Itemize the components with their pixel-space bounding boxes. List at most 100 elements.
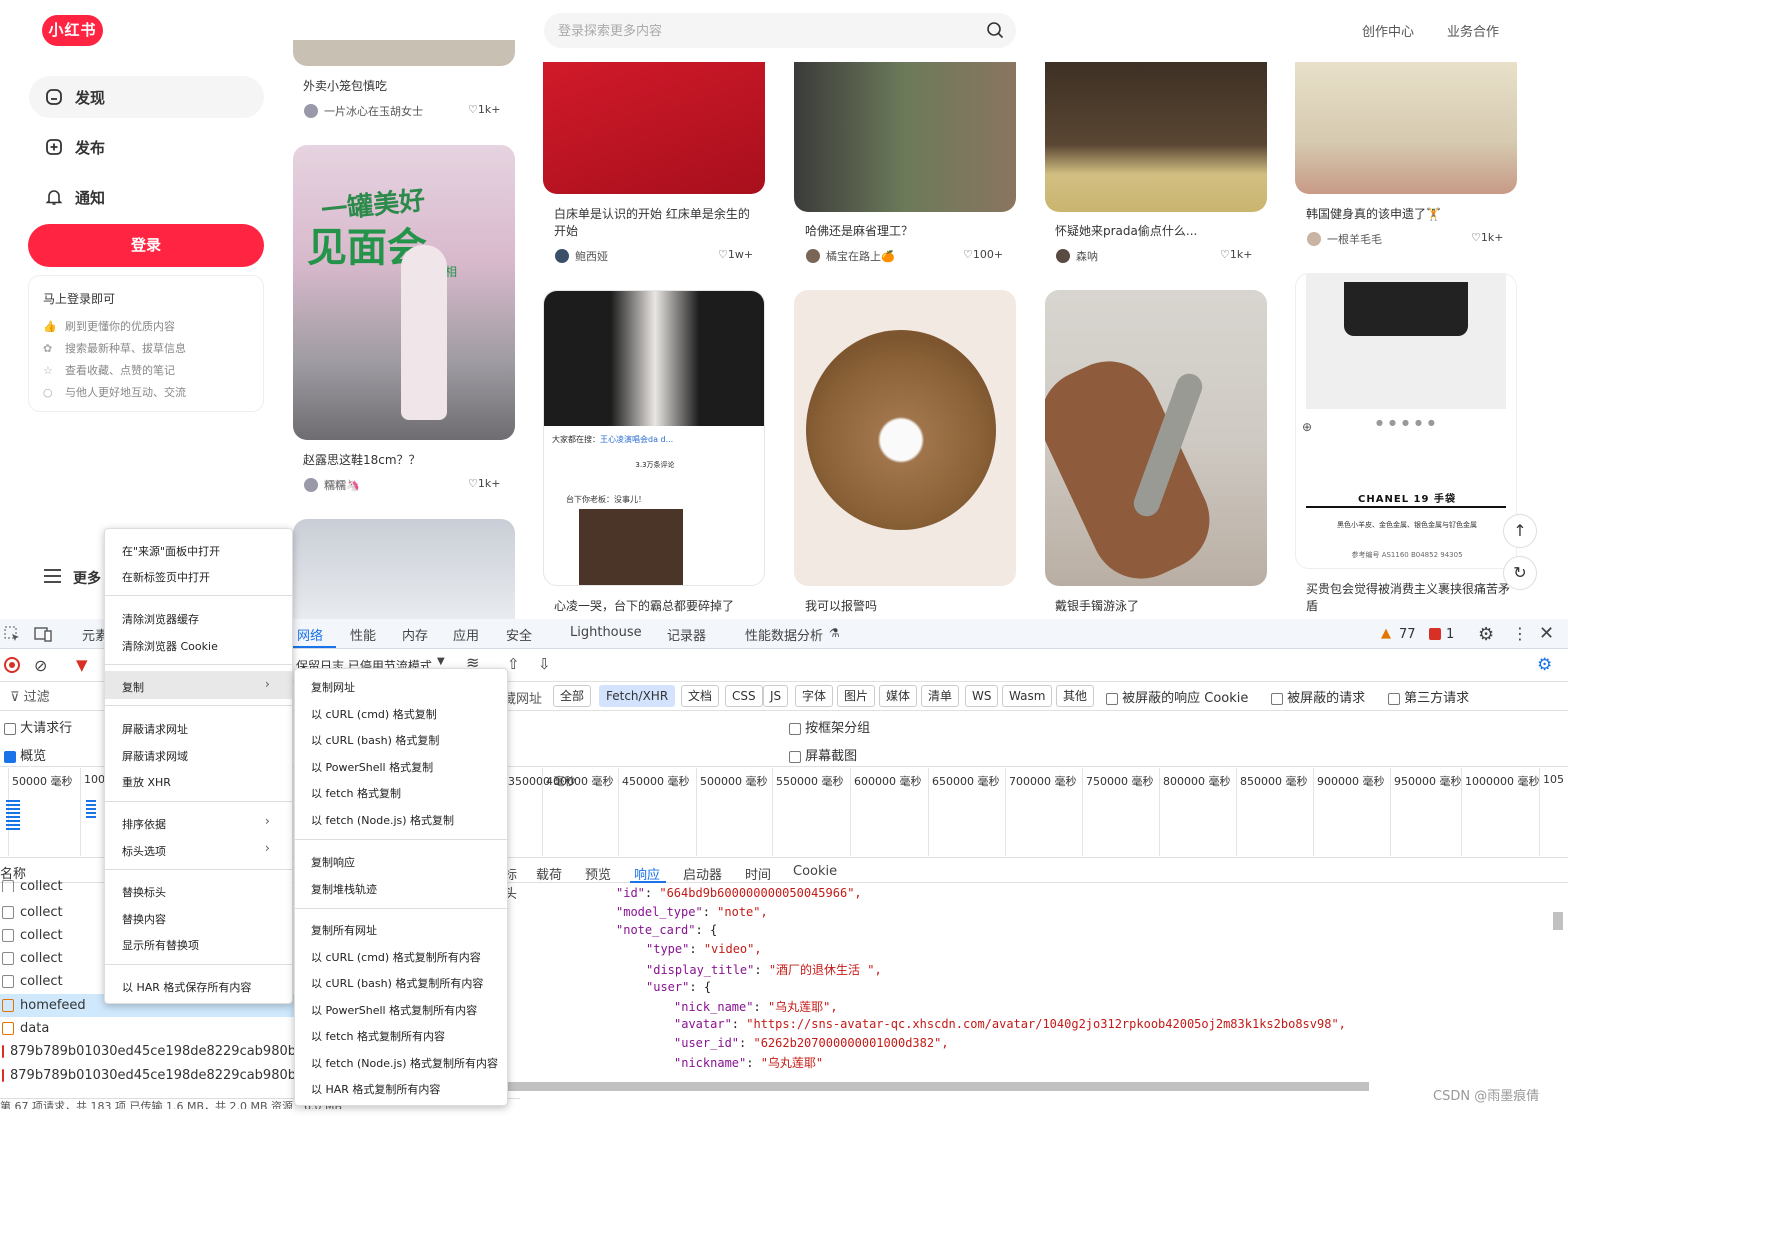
menu-item-copy-all-urls[interactable]: 复制所有网址 <box>311 922 377 938</box>
menu-item-clear-cookies[interactable]: 清除浏览器 Cookie <box>122 638 218 654</box>
note-author[interactable]: 一片冰心在玉胡女士 <box>304 103 423 119</box>
zoom-icon[interactable]: ⊕ <box>1302 420 1312 434</box>
sidebar-item-publish[interactable]: 发布 <box>29 126 264 168</box>
note-cover[interactable] <box>794 290 1016 586</box>
filter-other[interactable]: 其他 <box>1056 685 1095 707</box>
menu-item-copy-curl-cmd[interactable]: 以 cURL (cmd) 格式复制 <box>311 706 437 722</box>
like-count[interactable]: ♡ 1k+ <box>1220 248 1252 261</box>
overview-checkbox[interactable]: 概览 <box>4 745 46 764</box>
menu-item-replay-xhr[interactable]: 重放 XHR <box>122 774 171 790</box>
menu-item-copy[interactable]: 复制 <box>122 679 144 695</box>
filter-all[interactable]: 全部 <box>553 685 592 707</box>
refresh-button[interactable]: ↻ <box>1503 556 1537 590</box>
note-cover[interactable] <box>794 62 1016 212</box>
sidebar-item-notifications[interactable]: 通知 <box>29 176 264 218</box>
horizontal-scrollbar[interactable] <box>507 1082 1369 1091</box>
upload-icon[interactable]: ⇧ <box>507 655 520 673</box>
vertical-scrollbar[interactable] <box>1553 912 1563 930</box>
warning-count[interactable]: 77 <box>1399 627 1416 642</box>
warning-icon[interactable]: ▲ <box>1381 626 1391 641</box>
tab-performance[interactable]: 性能 <box>350 625 376 644</box>
filter-font[interactable]: 字体 <box>795 685 834 707</box>
hide-data-urls[interactable]: 隐藏网址 <box>506 688 542 707</box>
filter-media[interactable]: 媒体 <box>879 685 918 707</box>
tab-preview[interactable]: 预览 <box>585 864 611 883</box>
menu-item-header-options[interactable]: 标头选项 <box>122 843 166 859</box>
note-author[interactable]: 糯糯🦄 <box>304 477 360 493</box>
sidebar-item-discover[interactable]: 发现 <box>29 76 264 118</box>
menu-item-copy-powershell[interactable]: 以 PowerShell 格式复制 <box>311 759 433 775</box>
tab-cookies[interactable]: Cookie <box>793 864 837 879</box>
big-rows-checkbox[interactable]: 大请求行 <box>4 717 72 736</box>
menu-item-sort-by[interactable]: 排序依据 <box>122 816 166 832</box>
tab-initiator[interactable]: 启动器 <box>683 864 722 883</box>
search-input[interactable] <box>544 13 1016 48</box>
note-cover[interactable] <box>293 519 515 619</box>
download-icon[interactable]: ⇩ <box>538 655 551 673</box>
error-icon[interactable] <box>1429 628 1441 640</box>
creator-center-link[interactable]: 创作中心 <box>1362 21 1414 40</box>
table-row[interactable]: data <box>0 1017 295 1040</box>
tab-timing[interactable]: 时间 <box>745 864 771 883</box>
filter-js[interactable]: JS <box>763 685 789 707</box>
response-viewer[interactable]: "id": "664bd9b600000000050045966", "model… <box>528 884 1550 1084</box>
like-count[interactable]: ♡ 1k+ <box>468 477 500 490</box>
carousel-dots[interactable]: ●●●●● <box>1376 418 1441 427</box>
search-icon[interactable] <box>986 21 1004 43</box>
menu-item-copy-fetch-node[interactable]: 以 fetch (Node.js) 格式复制 <box>311 812 454 828</box>
tab-memory[interactable]: 内存 <box>402 625 428 644</box>
gear-icon[interactable]: ⚙ <box>1478 624 1494 645</box>
note-author[interactable]: 鲍西娅 <box>555 248 608 264</box>
back-to-top-button[interactable]: ↑ <box>1503 514 1537 548</box>
menu-item-copy-all-fetch[interactable]: 以 fetch 格式复制所有内容 <box>311 1028 445 1044</box>
note-cover[interactable] <box>1045 290 1267 586</box>
note-title[interactable]: 外卖小笼包慎吃 <box>303 78 508 95</box>
network-settings-icon[interactable]: ⚙ <box>1537 655 1552 675</box>
kebab-menu-icon[interactable]: ⋮ <box>1512 624 1528 643</box>
menu-item-copy-all-fetch-node[interactable]: 以 fetch (Node.js) 格式复制所有内容 <box>311 1055 498 1071</box>
device-toolbar-icon[interactable] <box>34 626 52 646</box>
filter-wasm[interactable]: Wasm <box>1002 685 1053 707</box>
note-title[interactable]: 白床单是认识的开始 红床单是余生的开始 <box>554 206 754 240</box>
note-title[interactable]: 我可以报警吗 <box>805 598 1010 615</box>
table-row[interactable]: 879b789b01030ed45ce198de8229cab980b <box>0 1040 295 1063</box>
menu-item-copy-curl-bash[interactable]: 以 cURL (bash) 格式复制 <box>311 732 439 748</box>
note-cover[interactable] <box>293 40 515 66</box>
menu-item-block-url[interactable]: 屏蔽请求网址 <box>122 721 188 737</box>
note-title[interactable]: 戴银手镯游泳了 <box>1055 598 1260 615</box>
table-row[interactable]: 879b789b01030ed45ce198de8229cab980b <box>0 1064 295 1087</box>
blocked-cookies-checkbox[interactable]: 被屏蔽的响应 Cookie <box>1106 687 1248 706</box>
note-cover[interactable] <box>543 62 765 194</box>
tab-performance-insights[interactable]: 性能数据分析 <box>745 625 823 644</box>
more-menu-button[interactable]: 更多 <box>44 568 101 588</box>
note-cover[interactable] <box>1295 62 1517 194</box>
menu-item-copy-all-har[interactable]: 以 HAR 格式复制所有内容 <box>311 1081 440 1097</box>
menu-item-copy-stack-trace[interactable]: 复制堆栈轨迹 <box>311 881 377 897</box>
login-button[interactable]: 登录 <box>28 224 264 267</box>
chevron-down-icon[interactable]: ▼ <box>437 656 445 667</box>
record-button[interactable] <box>4 657 20 673</box>
group-by-frame-checkbox[interactable]: 按框架分组 <box>789 717 870 736</box>
menu-item-copy-response[interactable]: 复制响应 <box>311 854 355 870</box>
inspect-element-icon[interactable] <box>4 626 20 646</box>
menu-item-override-headers[interactable]: 替换标头 <box>122 884 166 900</box>
menu-item-copy-all-powershell[interactable]: 以 PowerShell 格式复制所有内容 <box>311 1002 477 1018</box>
screenshots-checkbox[interactable]: 屏幕截图 <box>789 745 857 764</box>
tab-application[interactable]: 应用 <box>453 625 479 644</box>
note-cover[interactable] <box>1045 62 1267 212</box>
note-title[interactable]: 赵露思这鞋18cm？？ <box>303 452 508 469</box>
menu-item-copy-all-curl-cmd[interactable]: 以 cURL (cmd) 格式复制所有内容 <box>311 949 481 965</box>
filter-css[interactable]: CSS <box>725 685 763 707</box>
filter-icon[interactable]: ▼ <box>76 656 88 674</box>
filter-doc[interactable]: 文档 <box>681 685 720 707</box>
menu-item-open-new-tab[interactable]: 在新标签页中打开 <box>122 569 210 585</box>
error-count[interactable]: 1 <box>1446 627 1454 642</box>
filter-ws[interactable]: WS <box>965 685 999 707</box>
menu-item-override-content[interactable]: 替换内容 <box>122 911 166 927</box>
xiaohongshu-logo[interactable]: 小红书 <box>42 15 103 46</box>
menu-item-open-in-sources[interactable]: 在"来源"面板中打开 <box>122 543 220 559</box>
note-title[interactable]: 买贵包会觉得被消费主义裹挟很痛苦矛盾 <box>1306 581 1511 615</box>
note-title[interactable]: 心凌一哭，台下的霸总都要碎掉了 <box>554 598 759 615</box>
blocked-requests-checkbox[interactable]: 被屏蔽的请求 <box>1271 687 1365 706</box>
like-count[interactable]: ♡ 1k+ <box>1471 231 1503 244</box>
